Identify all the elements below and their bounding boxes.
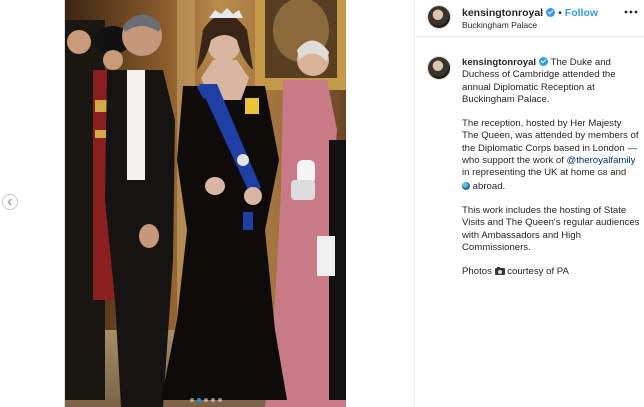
location-link[interactable]: Buckingham Palace — [462, 20, 537, 30]
chevron-left-icon — [7, 198, 12, 206]
caption-paragraph-2c: and — [607, 167, 627, 179]
carousel-dot-active — [196, 398, 201, 402]
caption-text: kensingtonroyal The Duke and Duchess of … — [462, 57, 640, 278]
caption-username[interactable]: kensingtonroyal — [462, 57, 536, 68]
caption-paragraph-2d: abroad. — [470, 180, 506, 192]
camera-emoji-icon — [494, 266, 505, 276]
post-username-row: kensingtonroyal • Follow — [462, 7, 598, 19]
verified-badge-icon — [546, 8, 556, 17]
avatar[interactable] — [428, 6, 450, 28]
caption-paragraph-4a: Photos — [462, 266, 495, 278]
post-header: kensingtonroyal • Follow Buckingham Palace — [415, 0, 644, 37]
globe-emoji-icon — [462, 181, 470, 190]
follow-button[interactable]: Follow — [565, 7, 598, 19]
username-link[interactable]: kensingtonroyal — [462, 7, 543, 19]
caption-paragraph-3: This work includes the hosting of State … — [462, 204, 640, 253]
avatar[interactable] — [428, 57, 450, 79]
more-options-icon[interactable] — [624, 10, 638, 14]
left-gutter — [0, 0, 64, 407]
carousel-dot — [203, 398, 208, 402]
post-photo[interactable] — [65, 0, 346, 407]
post-caption: kensingtonroyal The Duke and Duchess of … — [428, 57, 640, 290]
caption-paragraph-2b: in representing the UK at home — [462, 167, 598, 179]
carousel-indicator — [65, 398, 346, 402]
carousel-prev-button[interactable] — [2, 194, 18, 210]
post-side-panel: kensingtonroyal • Follow Buckingham Palace… — [414, 0, 644, 407]
gb-flag-emoji: GB — [597, 170, 608, 178]
post-photo-scene — [65, 0, 346, 407]
carousel-dot — [217, 398, 222, 402]
verified-badge-icon — [539, 57, 549, 66]
follow-separator: • — [558, 7, 562, 19]
mention-link[interactable]: @theroyalfamily — [567, 155, 636, 166]
caption-paragraph-4b: courtesy of PA — [504, 266, 569, 278]
carousel-dot — [210, 398, 215, 402]
carousel-dot — [189, 398, 194, 402]
